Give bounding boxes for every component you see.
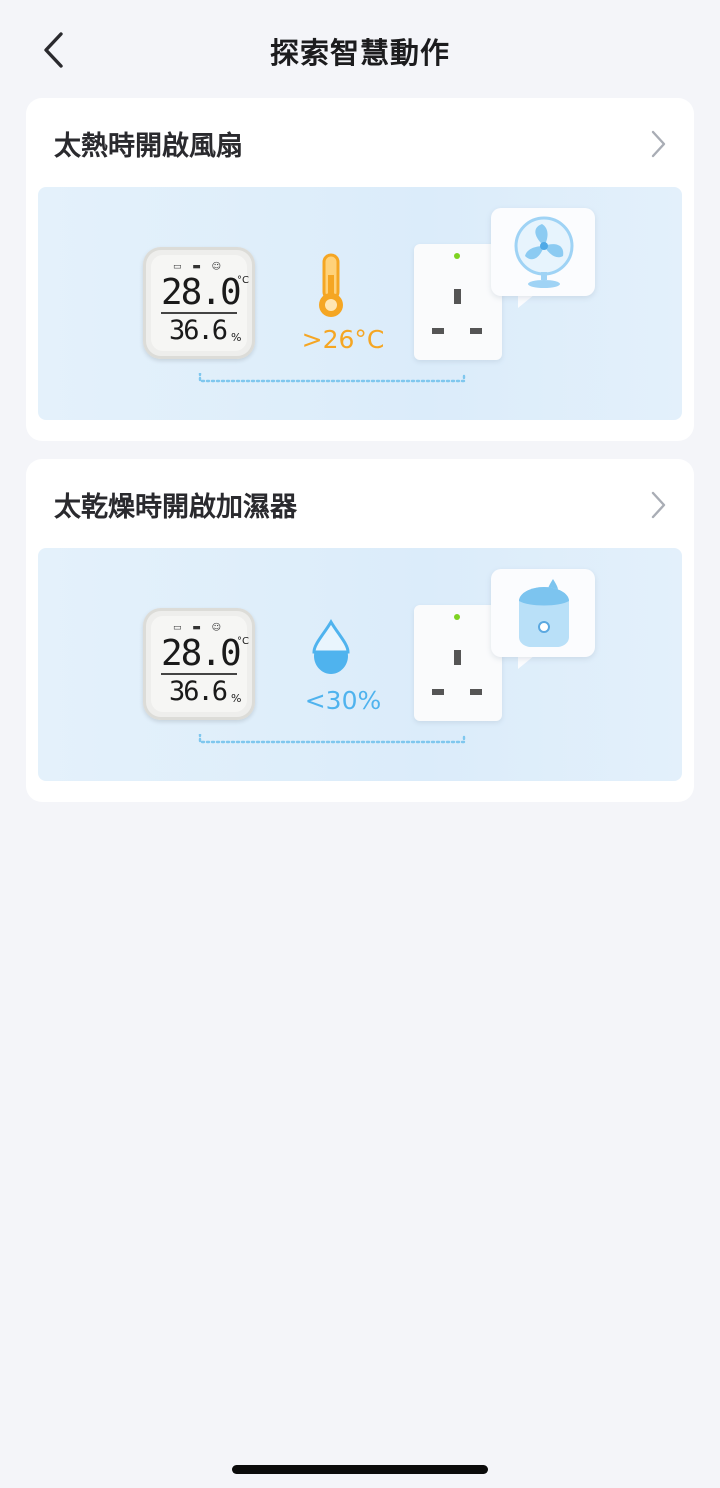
temperature-reading: 28.0: [161, 633, 242, 674]
thermo-hygrometer-device: ▭ ▬ ☺ 28.0 °C 36.6 %: [143, 608, 255, 720]
plug-led: [454, 614, 460, 620]
sensor-divider: [161, 312, 237, 314]
chevron-right-icon[interactable]: [648, 489, 668, 521]
smart-plug: [414, 244, 502, 360]
header: 探索智慧動作: [0, 0, 720, 100]
sensor-status-icons: ▭ ▬ ☺: [172, 623, 226, 633]
chevron-right-icon[interactable]: [648, 128, 668, 160]
plug-socket: [432, 689, 444, 695]
smart-action-card-fan[interactable]: 太熱時開啟風扇 ▭ ▬ ☺ 28.0 °C 36.6 % >26°C: [26, 98, 694, 441]
sensor-divider: [161, 673, 237, 675]
plug-led: [454, 253, 460, 259]
connection-line: [198, 373, 466, 383]
fan-icon: [514, 216, 574, 288]
sensor-screen: ▭ ▬ ☺ 28.0 °C 36.6 %: [151, 616, 249, 712]
plug-socket: [432, 328, 444, 334]
connection-line: [198, 734, 466, 744]
page-title: 探索智慧動作: [269, 36, 450, 70]
humidity-unit: %: [231, 692, 242, 705]
temperature-unit: °C: [237, 636, 249, 647]
smart-action-card-humidifier[interactable]: 太乾燥時開啟加濕器 ▭ ▬ ☺ 28.0 °C 36.6 % <30%: [26, 459, 694, 802]
scene-illustration: ▭ ▬ ☺ 28.0 °C 36.6 % <30%: [38, 548, 682, 781]
plug-socket: [470, 689, 482, 695]
plug-socket: [454, 650, 461, 665]
condition-threshold: >26°C: [301, 325, 385, 354]
sensor-status-icons: ▭ ▬ ☺: [172, 262, 226, 272]
scene-illustration: ▭ ▬ ☺ 28.0 °C 36.6 % >26°C: [38, 187, 682, 420]
humidity-unit: %: [231, 331, 242, 344]
card-title: 太熱時開啟風扇: [54, 131, 243, 162]
card-title: 太乾燥時開啟加濕器: [54, 492, 297, 523]
thermo-hygrometer-device: ▭ ▬ ☺ 28.0 °C 36.6 %: [143, 247, 255, 359]
sensor-screen: ▭ ▬ ☺ 28.0 °C 36.6 %: [151, 255, 249, 351]
plug-socket: [454, 289, 461, 304]
humidity-reading: 36.6: [169, 315, 228, 346]
smart-plug: [414, 605, 502, 721]
home-indicator[interactable]: [232, 1465, 488, 1474]
condition-threshold: <30%: [304, 686, 382, 715]
humidity-reading: 36.6: [169, 676, 228, 707]
temperature-reading: 28.0: [161, 272, 242, 313]
humidifier-icon: [519, 579, 569, 647]
speech-bubble: [491, 208, 595, 296]
temperature-unit: °C: [237, 275, 249, 286]
plug-socket: [470, 328, 482, 334]
speech-bubble: [491, 569, 595, 657]
water-drop-icon: [312, 619, 350, 674]
thermometer-icon: [319, 253, 343, 317]
